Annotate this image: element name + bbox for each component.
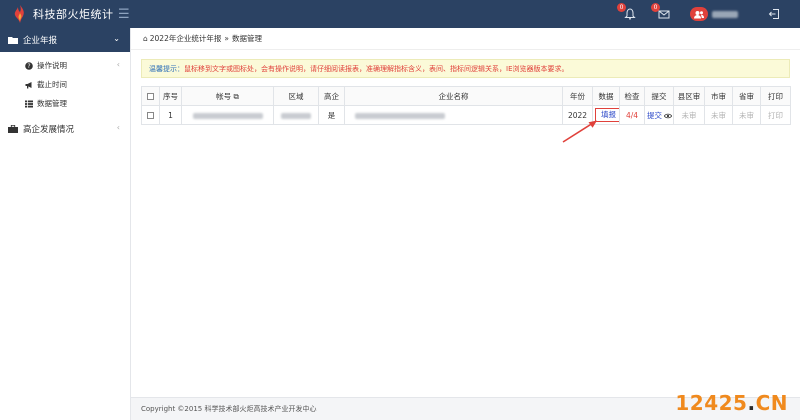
account-redacted bbox=[181, 105, 274, 125]
column-header: 检查 bbox=[619, 86, 645, 106]
top-navbar: 科技部火炬统计 ☰ 0 0 bbox=[0, 0, 800, 28]
breadcrumb: ⌂ 2022年企业统计年报 » 数据管理 bbox=[131, 28, 800, 50]
column-header: 区域 bbox=[273, 86, 319, 106]
sidebar: 企业年报 ⌄ ? 操作说明 ‹ 截止时间 数据管理 高企发展情况 ‹ bbox=[0, 28, 131, 420]
select-all-cell bbox=[141, 86, 160, 106]
notification-badge: 0 bbox=[617, 3, 626, 12]
print-button[interactable]: 打印 bbox=[760, 105, 791, 125]
city-review-status: 未审 bbox=[704, 105, 733, 125]
brand: 科技部火炬统计 bbox=[0, 0, 130, 28]
messages-badge: 0 bbox=[651, 3, 660, 12]
users-icon bbox=[694, 10, 704, 18]
home-icon[interactable]: ⌂ bbox=[143, 34, 148, 43]
briefcase-icon bbox=[8, 125, 18, 133]
province-review-status: 未审 bbox=[732, 105, 761, 125]
main-content: ⌂ 2022年企业统计年报 » 数据管理 温馨提示： 鼠标移到文字或图标处，会有… bbox=[131, 28, 800, 420]
eye-icon[interactable] bbox=[664, 111, 673, 120]
column-header: 企业名称 bbox=[344, 86, 563, 106]
notice-label: 温馨提示： bbox=[149, 64, 184, 73]
bell-icon bbox=[624, 8, 636, 20]
row-index: 1 bbox=[159, 105, 182, 125]
row-select-cell bbox=[141, 105, 160, 125]
sidebar-group-label: 企业年报 bbox=[23, 36, 58, 46]
chevron-left-icon: ‹ bbox=[116, 123, 120, 132]
svg-text:?: ? bbox=[27, 63, 30, 70]
report-table: 序号 帐号 ⧉ 区域 高企 企业名称 年份 数据 检查 提交 县区审 市审 省审… bbox=[141, 86, 791, 125]
region-redacted bbox=[273, 105, 319, 125]
external-link-icon: ⧉ bbox=[233, 91, 239, 101]
breadcrumb-section[interactable]: 2022年企业统计年报 bbox=[150, 33, 222, 44]
notice-text: 鼠标移到文字或图标处，会有操作说明，请仔细阅读报表，准确理解指标含义，表间、指标… bbox=[184, 64, 569, 73]
county-review-status: 未审 bbox=[673, 105, 705, 125]
row-checkbox[interactable] bbox=[147, 112, 154, 119]
sidebar-group-hightech-development[interactable]: 高企发展情况 ‹ bbox=[0, 119, 130, 139]
messages-button[interactable]: 0 bbox=[651, 3, 672, 22]
submit-cell: 提交 bbox=[644, 105, 674, 125]
sidebar-item-deadline[interactable]: 截止时间 bbox=[0, 75, 130, 94]
column-header: 序号 bbox=[159, 86, 182, 106]
sidebar-item-instructions[interactable]: ? 操作说明 ‹ bbox=[0, 56, 130, 75]
site-watermark: 12425.CN bbox=[675, 391, 788, 415]
sidebar-group-annual-report[interactable]: 企业年报 ⌄ bbox=[0, 28, 130, 52]
sidebar-item-data-management[interactable]: 数据管理 bbox=[0, 94, 130, 113]
check-result-link[interactable]: 4/4 bbox=[626, 111, 638, 120]
sidebar-group-label: 高企发展情况 bbox=[23, 125, 75, 135]
logout-button[interactable] bbox=[766, 6, 782, 22]
column-header: 市审 bbox=[704, 86, 733, 106]
sidebar-item-label: 数据管理 bbox=[37, 99, 67, 108]
column-header: 县区审 bbox=[673, 86, 705, 106]
notice-banner: 温馨提示： 鼠标移到文字或图标处，会有操作说明，请仔细阅读报表，准确理解指标含义… bbox=[141, 59, 790, 78]
folder-icon bbox=[8, 37, 18, 44]
notification-button[interactable]: 0 bbox=[617, 3, 638, 22]
column-header: 数据 bbox=[592, 86, 620, 106]
torch-logo-icon bbox=[14, 5, 24, 23]
column-header: 高企 bbox=[318, 86, 345, 106]
hamburger-menu-icon[interactable]: ☰ bbox=[118, 8, 130, 21]
header-actions: 0 0 bbox=[617, 0, 800, 28]
question-circle-icon: ? bbox=[25, 61, 33, 70]
breadcrumb-current: 数据管理 bbox=[231, 34, 262, 43]
app-title: 科技部火炬统计 bbox=[33, 8, 114, 21]
sidebar-item-label: 截止时间 bbox=[37, 80, 67, 89]
list-icon bbox=[25, 100, 33, 108]
fill-report-link[interactable]: 填报 bbox=[595, 108, 619, 122]
column-header: 年份 bbox=[562, 86, 593, 106]
table-row: 1 是 2022 填报 4/4 提交 未审 未审 未审 打印 bbox=[141, 105, 791, 125]
select-all-checkbox[interactable] bbox=[147, 93, 154, 100]
column-header: 省审 bbox=[732, 86, 761, 106]
logout-icon bbox=[768, 9, 779, 19]
sidebar-subitems: ? 操作说明 ‹ 截止时间 数据管理 bbox=[0, 52, 130, 119]
sidebar-item-label: 操作说明 bbox=[37, 61, 67, 70]
table-header-row: 序号 帐号 ⧉ 区域 高企 企业名称 年份 数据 检查 提交 县区审 市审 省审… bbox=[141, 86, 791, 106]
megaphone-icon bbox=[25, 81, 33, 89]
submit-link[interactable]: 提交 bbox=[647, 111, 662, 120]
breadcrumb-separator: » bbox=[224, 34, 229, 43]
data-cell: 填报 bbox=[592, 105, 620, 125]
company-name-redacted bbox=[344, 105, 563, 125]
column-header-account[interactable]: 帐号 ⧉ bbox=[181, 86, 274, 106]
user-name-redacted[interactable] bbox=[712, 10, 738, 18]
avatar[interactable] bbox=[690, 7, 708, 21]
envelope-icon bbox=[658, 10, 670, 19]
high-tech-flag: 是 bbox=[318, 105, 345, 125]
chevron-left-icon: ‹ bbox=[116, 60, 120, 69]
column-header: 提交 bbox=[644, 86, 674, 106]
check-cell: 4/4 bbox=[619, 105, 645, 125]
column-header: 打印 bbox=[760, 86, 791, 106]
copyright-text: Copyright ©2015 科学技术部火炬高技术产业开发中心 bbox=[141, 405, 317, 413]
chevron-down-icon: ⌄ bbox=[113, 34, 120, 43]
report-year: 2022 bbox=[562, 105, 593, 125]
